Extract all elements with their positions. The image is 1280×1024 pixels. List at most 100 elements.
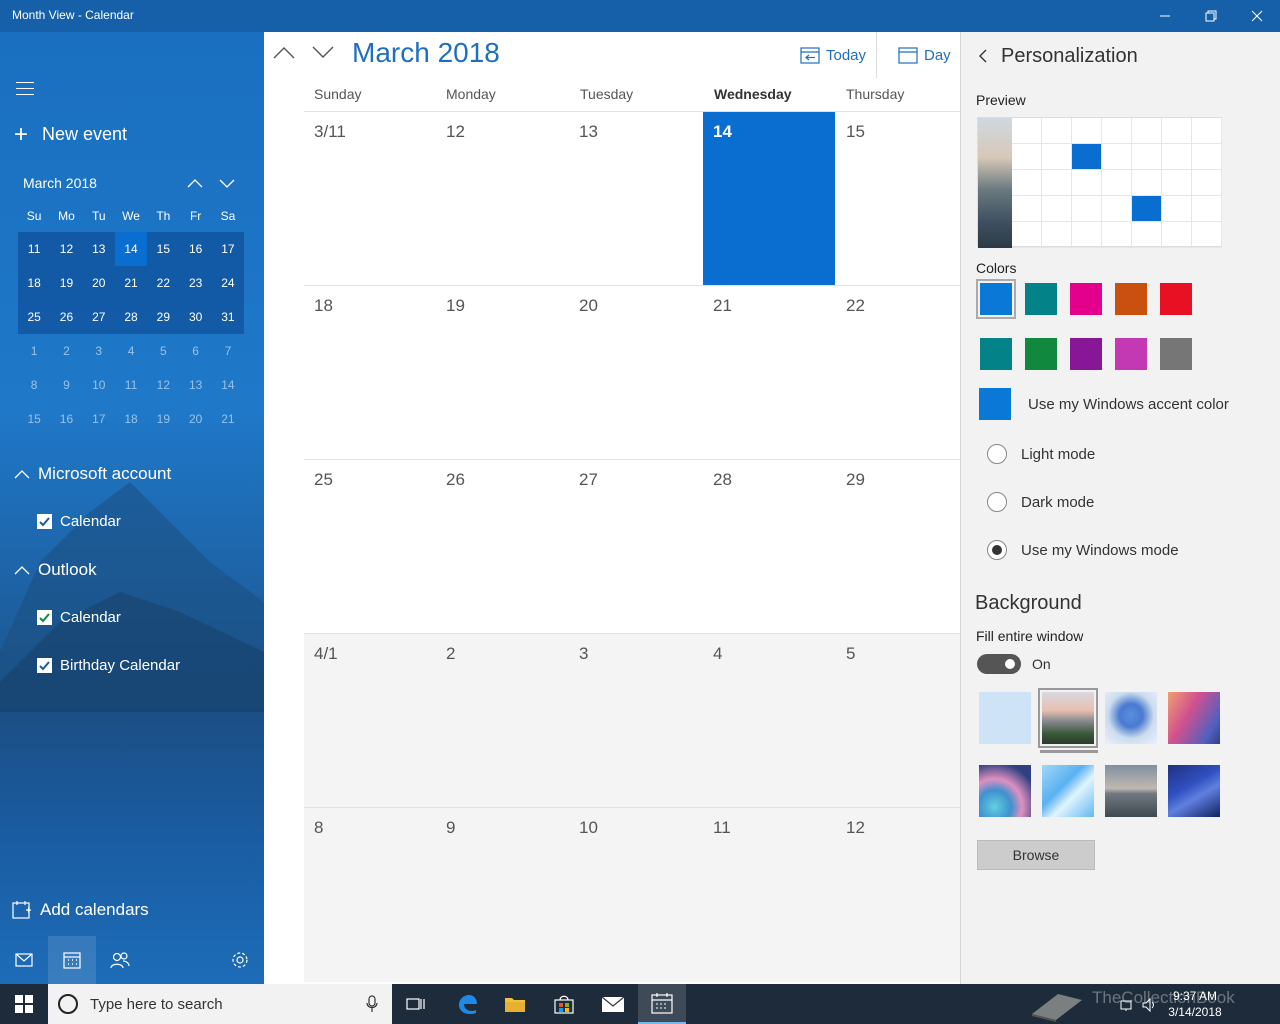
prev-month-button[interactable] <box>272 44 298 66</box>
radio-circle[interactable] <box>987 444 1007 464</box>
windows-mode-radio[interactable]: Use my Windows mode <box>987 540 1179 560</box>
mail-nav-button[interactable] <box>0 936 48 984</box>
calendar-nav-button[interactable] <box>48 936 96 984</box>
background-thumb-abstract[interactable] <box>979 765 1031 817</box>
mini-day[interactable]: 30 <box>179 300 211 334</box>
mini-day[interactable]: 19 <box>50 266 82 300</box>
day-cell[interactable]: 19 <box>436 286 569 460</box>
day-cell[interactable]: 8 <box>304 808 437 982</box>
mini-day[interactable]: 12 <box>50 232 82 266</box>
color-swatch[interactable] <box>1160 338 1192 370</box>
minimize-button[interactable] <box>1142 0 1188 32</box>
microphone-icon[interactable] <box>366 995 378 1013</box>
background-thumb-lake[interactable] <box>1105 765 1157 817</box>
day-cell[interactable]: 21 <box>703 286 835 460</box>
color-swatch[interactable] <box>1115 338 1147 370</box>
day-cell[interactable]: 28 <box>703 460 835 634</box>
background-thumb-tree[interactable] <box>1105 692 1157 744</box>
day-cell[interactable]: 9 <box>436 808 569 982</box>
mini-day[interactable]: 12 <box>147 368 179 402</box>
mini-day[interactable]: 8 <box>18 368 50 402</box>
color-swatch[interactable] <box>1070 338 1102 370</box>
day-cell[interactable]: 4 <box>703 634 835 808</box>
task-view-button[interactable] <box>392 984 440 1024</box>
store-button[interactable] <box>540 984 588 1024</box>
day-cell[interactable]: 22 <box>836 286 960 460</box>
light-mode-radio[interactable]: Light mode <box>987 444 1095 464</box>
mini-day[interactable]: 18 <box>18 266 50 300</box>
mini-day[interactable]: 23 <box>179 266 211 300</box>
people-nav-button[interactable] <box>96 936 144 984</box>
day-cell[interactable]: 25 <box>304 460 437 634</box>
radio-circle-selected[interactable] <box>987 540 1007 560</box>
account-microsoft-toggle[interactable]: Microsoft account <box>14 464 171 484</box>
mini-day[interactable]: 29 <box>147 300 179 334</box>
mini-day[interactable]: 11 <box>115 368 147 402</box>
color-swatch[interactable] <box>1025 283 1057 315</box>
dark-mode-radio[interactable]: Dark mode <box>987 492 1094 512</box>
mini-prev-month-button[interactable] <box>186 176 206 192</box>
mini-day[interactable]: 15 <box>18 402 50 436</box>
calendar-item-birthday-calendar[interactable]: Birthday Calendar <box>37 657 180 674</box>
background-thumb-stars[interactable] <box>1168 765 1220 817</box>
day-cell[interactable]: 20 <box>569 286 702 460</box>
back-button[interactable] <box>977 48 989 69</box>
start-button[interactable] <box>0 984 48 1024</box>
calendar-item-outlook-calendar[interactable]: Calendar <box>37 609 121 626</box>
color-swatch[interactable] <box>1115 283 1147 315</box>
mini-day[interactable]: 13 <box>83 232 115 266</box>
mini-day[interactable]: 2 <box>50 334 82 368</box>
mini-day[interactable]: 16 <box>179 232 211 266</box>
mini-day[interactable]: 13 <box>179 368 211 402</box>
background-thumb-mountain[interactable] <box>1038 688 1098 748</box>
day-cell[interactable]: 12 <box>436 112 569 286</box>
day-cell[interactable]: 10 <box>569 808 702 982</box>
radio-circle[interactable] <box>987 492 1007 512</box>
mini-day[interactable]: 24 <box>212 266 244 300</box>
checkbox[interactable] <box>37 610 52 625</box>
new-event-button[interactable]: + New event <box>14 122 127 146</box>
background-thumb-canyon[interactable] <box>1168 692 1220 744</box>
add-calendars-button[interactable]: Add calendars <box>12 900 149 920</box>
day-cell[interactable]: 27 <box>569 460 702 634</box>
mini-day-today[interactable]: 14 <box>114 232 148 266</box>
color-swatch[interactable] <box>980 338 1012 370</box>
calendar-item-microsoft-calendar[interactable]: Calendar <box>37 513 121 530</box>
day-cell[interactable]: 13 <box>569 112 702 286</box>
mini-day[interactable]: 4 <box>115 334 147 368</box>
color-swatch[interactable] <box>1025 338 1057 370</box>
fill-window-toggle[interactable] <box>977 654 1021 674</box>
mini-day[interactable]: 10 <box>83 368 115 402</box>
day-cell[interactable]: 5 <box>836 634 960 808</box>
mail-app-button[interactable] <box>589 984 637 1024</box>
day-cell[interactable]: 3/11 <box>304 112 437 286</box>
day-cell[interactable]: 11 <box>703 808 835 982</box>
day-cell[interactable]: 2 <box>436 634 569 808</box>
file-explorer-button[interactable] <box>491 984 539 1024</box>
hamburger-menu-button[interactable] <box>16 82 34 96</box>
checkbox[interactable] <box>37 514 52 529</box>
day-cell-today[interactable]: 14 <box>703 112 835 286</box>
mini-day[interactable]: 7 <box>212 334 244 368</box>
account-outlook-toggle[interactable]: Outlook <box>14 560 97 580</box>
mini-day[interactable]: 3 <box>83 334 115 368</box>
mini-day[interactable]: 21 <box>115 266 147 300</box>
mini-day[interactable]: 21 <box>212 402 244 436</box>
mini-day[interactable]: 26 <box>50 300 82 334</box>
mini-next-month-button[interactable] <box>218 176 238 192</box>
color-swatch[interactable] <box>1070 283 1102 315</box>
mini-day[interactable]: 18 <box>115 402 147 436</box>
background-thumb-geometric[interactable] <box>1042 765 1094 817</box>
day-cell[interactable]: 15 <box>836 112 960 286</box>
mini-day[interactable]: 22 <box>147 266 179 300</box>
mini-day[interactable]: 19 <box>147 402 179 436</box>
mini-day[interactable]: 28 <box>115 300 147 334</box>
day-view-button[interactable]: Day <box>898 46 951 64</box>
mini-day[interactable]: 17 <box>212 232 244 266</box>
mini-day[interactable]: 25 <box>18 300 50 334</box>
taskbar-clock[interactable]: 9:37 AM 3/14/2018 <box>1160 988 1230 1020</box>
mini-day[interactable]: 15 <box>147 232 179 266</box>
mini-day[interactable]: 20 <box>83 266 115 300</box>
mini-day[interactable]: 16 <box>50 402 82 436</box>
taskbar-search[interactable]: Type here to search <box>48 984 392 1024</box>
